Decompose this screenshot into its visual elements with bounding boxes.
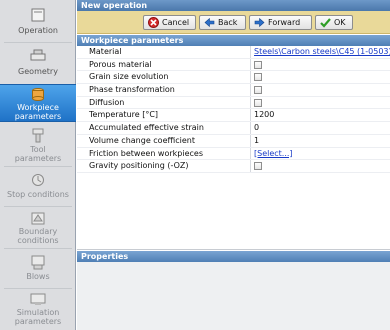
sidebar-item-label: Tool — [30, 145, 46, 154]
workpiece-section-header: Workpiece parameters — [77, 35, 390, 46]
table-row: Porous material — [77, 59, 390, 72]
sidebar-item-boundary[interactable]: Boundary conditions — [0, 207, 76, 247]
stop-conditions-icon — [30, 173, 46, 188]
property-grid: Material Steels\Carbon steels\C45 (1-050… — [77, 46, 390, 173]
sidebar-item-label: Operation — [18, 26, 58, 35]
row-label: Phase transformation — [89, 85, 175, 95]
sidebar-item-geometry[interactable]: Geometry — [0, 43, 76, 83]
boundary-icon — [30, 211, 46, 226]
forward-button[interactable]: Forward — [249, 15, 312, 30]
geometry-icon — [30, 48, 46, 63]
row-label: Accumulated effective strain — [89, 123, 204, 133]
sidebar-item-label: Workpiece — [17, 103, 59, 112]
porous-material-checkbox[interactable] — [254, 60, 262, 69]
gravity-positioning-checkbox[interactable] — [254, 162, 262, 171]
forward-button-label: Forward — [268, 18, 301, 27]
row-label: Porous material — [89, 59, 152, 69]
sidebar-item-operation[interactable]: Operation — [0, 2, 76, 42]
sidebar-item-label-line2: parameters — [14, 317, 62, 326]
phase-transformation-checkbox[interactable] — [254, 86, 262, 95]
row-label: Gravity positioning (-OZ) — [89, 161, 189, 171]
sidebar-item-label-line2: conditions — [17, 236, 59, 245]
sidebar-item-simulation[interactable]: Simulation parameters — [0, 289, 76, 329]
table-row: Friction between workpieces [Select...] — [77, 148, 390, 161]
table-row: Phase transformation — [77, 84, 390, 97]
sidebar-item-label-line2: parameters — [14, 112, 62, 121]
arrow-left-icon — [204, 17, 215, 28]
sidebar-item-label-line2: parameters — [14, 154, 62, 163]
main-panel: New operation Cancel Back Forward OK Wor… — [77, 0, 390, 330]
arrow-right-icon — [254, 17, 265, 28]
sidebar-item-tool[interactable]: Tool parameters — [0, 124, 76, 164]
sidebar-item-label: Boundary — [18, 227, 58, 236]
sidebar-item-workpiece[interactable]: Workpiece parameters — [0, 84, 76, 122]
sidebar-item-blows[interactable]: Blows — [0, 250, 76, 290]
operation-icon — [30, 8, 46, 23]
blows-icon — [30, 255, 46, 270]
table-row: Accumulated effective strain 0 — [77, 122, 390, 135]
ok-button[interactable]: OK — [315, 15, 353, 30]
row-label: Temperature [°C] — [89, 110, 159, 120]
table-row: Grain size evolution — [77, 71, 390, 85]
strain-field[interactable]: 0 — [254, 123, 259, 132]
tool-icon — [30, 128, 46, 143]
sidebar-item-label: Blows — [26, 272, 50, 281]
toolbar: Cancel Back Forward OK — [77, 11, 390, 34]
window-title: New operation — [77, 0, 390, 11]
sidebar-item-label: Geometry — [18, 67, 58, 76]
material-link[interactable]: Steels\Carbon steels\C45 (1-0503) — [254, 47, 390, 56]
row-label: Material — [89, 47, 122, 56]
volume-change-field[interactable]: 1 — [254, 136, 259, 145]
back-button-label: Back — [218, 18, 238, 27]
grain-size-checkbox[interactable] — [254, 73, 262, 82]
simulation-icon — [30, 292, 46, 307]
ok-button-label: OK — [334, 18, 346, 27]
table-row: Gravity positioning (-OZ) — [77, 160, 390, 173]
table-row: Temperature [°C] 1200 — [77, 109, 390, 123]
sidebar-item-label: Simulation — [16, 308, 60, 317]
row-label: Grain size evolution — [89, 72, 169, 82]
friction-select-link[interactable]: [Select...] — [254, 149, 293, 158]
diffusion-checkbox[interactable] — [254, 98, 262, 107]
table-row: Material Steels\Carbon steels\C45 (1-050… — [77, 46, 390, 59]
row-label: Volume change coefficient — [89, 135, 195, 145]
row-label: Diffusion — [89, 97, 125, 107]
sidebar-item-label: Stop conditions — [7, 190, 69, 199]
sidebar: Operation Geometry Workpiece parameters … — [0, 0, 76, 330]
cancel-icon — [148, 17, 159, 28]
table-row: Volume change coefficient 1 — [77, 135, 390, 148]
checkmark-icon — [320, 17, 331, 28]
cancel-button[interactable]: Cancel — [143, 15, 196, 30]
temperature-field[interactable]: 1200 — [254, 110, 274, 119]
table-row: Diffusion — [77, 97, 390, 110]
properties-section-header: Properties — [77, 251, 390, 262]
row-label: Friction between workpieces — [89, 148, 204, 158]
cancel-button-label: Cancel — [162, 18, 190, 27]
properties-panel — [77, 262, 390, 330]
workpiece-icon — [30, 87, 46, 102]
sidebar-item-stop-conditions[interactable]: Stop conditions — [0, 168, 76, 208]
back-button[interactable]: Back — [199, 15, 246, 30]
